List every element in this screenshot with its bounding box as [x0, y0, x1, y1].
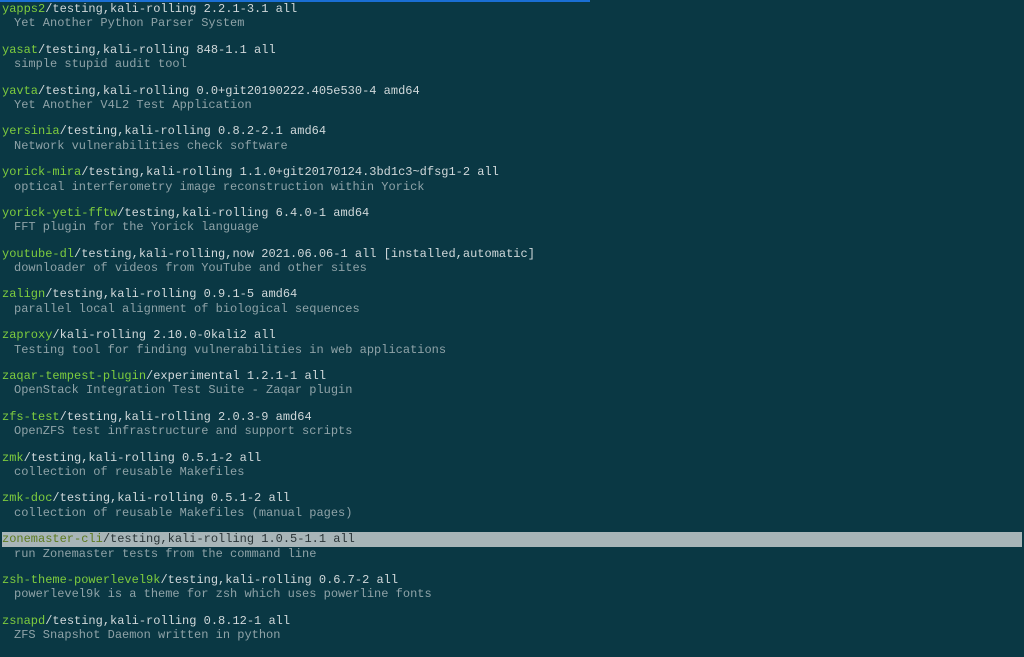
package-entry: yorick-mira/testing,kali-rolling 1.1.0+g… [2, 165, 1022, 194]
package-header: yasat/testing,kali-rolling 848-1.1 all [2, 43, 1022, 57]
package-entry: zaproxy/kali-rolling 2.10.0-0kali2 allTe… [2, 328, 1022, 357]
package-entry: youtube-dl/testing,kali-rolling,now 2021… [2, 247, 1022, 276]
package-name: zmk [2, 451, 24, 465]
package-version: /testing,kali-rolling 2.0.3-9 amd64 [60, 410, 312, 424]
package-entry: zmk/testing,kali-rolling 0.5.1-2 allcoll… [2, 451, 1022, 480]
package-description: Yet Another V4L2 Test Application [2, 98, 1022, 112]
package-version: /testing,kali-rolling 0.5.1-2 all [52, 491, 290, 505]
package-entry: zmk-doc/testing,kali-rolling 0.5.1-2 all… [2, 491, 1022, 520]
package-entry: zalign/testing,kali-rolling 0.9.1-5 amd6… [2, 287, 1022, 316]
package-version: /testing,kali-rolling 0.8.2-2.1 amd64 [60, 124, 326, 138]
package-entry: zfs-test/testing,kali-rolling 2.0.3-9 am… [2, 410, 1022, 439]
package-description: simple stupid audit tool [2, 57, 1022, 71]
package-name: yavta [2, 84, 38, 98]
package-entry: zsh-theme-powerlevel9k/testing,kali-roll… [2, 573, 1022, 602]
package-header: zsh-theme-powerlevel9k/testing,kali-roll… [2, 573, 1022, 587]
package-installed-status: [installed,automatic] [384, 247, 535, 261]
package-name: zalign [2, 287, 45, 301]
package-version: /testing,kali-rolling 0.9.1-5 amd64 [45, 287, 297, 301]
package-version: /testing,kali-rolling 848-1.1 all [38, 43, 276, 57]
package-description: optical interferometry image reconstruct… [2, 180, 1022, 194]
package-description: collection of reusable Makefiles (manual… [2, 506, 1022, 520]
package-name: yersinia [2, 124, 60, 138]
package-header: yorick-yeti-fftw/testing,kali-rolling 6.… [2, 206, 1022, 220]
package-entry: zaqar-tempest-plugin/experimental 1.2.1-… [2, 369, 1022, 398]
package-entry: yapps2/testing,kali-rolling 2.2.1-3.1 al… [2, 2, 1022, 31]
package-description: OpenZFS test infrastructure and support … [2, 424, 1022, 438]
package-version: /testing,kali-rolling 6.4.0-1 amd64 [117, 206, 369, 220]
package-version: /testing,kali-rolling,now 2021.06.06-1 a… [74, 247, 384, 261]
package-description: Yet Another Python Parser System [2, 16, 1022, 30]
package-name: zaproxy [2, 328, 52, 342]
package-header: yavta/testing,kali-rolling 0.0+git201902… [2, 84, 1022, 98]
package-entry: zonemaster-cli/testing,kali-rolling 1.0.… [2, 532, 1022, 561]
package-name: zmk-doc [2, 491, 52, 505]
package-description: run Zonemaster tests from the command li… [2, 547, 1022, 561]
package-name: yorick-mira [2, 165, 81, 179]
package-header: zaproxy/kali-rolling 2.10.0-0kali2 all [2, 328, 1022, 342]
package-description: FFT plugin for the Yorick language [2, 220, 1022, 234]
package-version: /testing,kali-rolling 0.6.7-2 all [160, 573, 398, 587]
terminal-output[interactable]: yapps2/testing,kali-rolling 2.2.1-3.1 al… [0, 0, 1024, 657]
package-entry: yorick-yeti-fftw/testing,kali-rolling 6.… [2, 206, 1022, 235]
package-description: Network vulnerabilities check software [2, 139, 1022, 153]
package-header: zfs-test/testing,kali-rolling 2.0.3-9 am… [2, 410, 1022, 424]
package-header: zonemaster-cli/testing,kali-rolling 1.0.… [2, 532, 1022, 546]
package-name: zfs-test [2, 410, 60, 424]
package-version: /testing,kali-rolling 0.8.12-1 all [45, 614, 290, 628]
package-description: collection of reusable Makefiles [2, 465, 1022, 479]
package-name: yorick-yeti-fftw [2, 206, 117, 220]
package-name: yapps2 [2, 2, 45, 16]
package-header: zmk/testing,kali-rolling 0.5.1-2 all [2, 451, 1022, 465]
package-description: powerlevel9k is a theme for zsh which us… [2, 587, 1022, 601]
package-version: /testing,kali-rolling 0.5.1-2 all [24, 451, 262, 465]
package-entry: zsnapd/testing,kali-rolling 0.8.12-1 all… [2, 614, 1022, 643]
package-description: ZFS Snapshot Daemon written in python [2, 628, 1022, 642]
package-name: zsnapd [2, 614, 45, 628]
package-name: zonemaster-cli [2, 532, 103, 546]
package-header: zalign/testing,kali-rolling 0.9.1-5 amd6… [2, 287, 1022, 301]
package-entry: yavta/testing,kali-rolling 0.0+git201902… [2, 84, 1022, 113]
package-name: zaqar-tempest-plugin [2, 369, 146, 383]
progress-topbar [0, 0, 590, 2]
package-version: /kali-rolling 2.10.0-0kali2 all [52, 328, 275, 342]
package-header: youtube-dl/testing,kali-rolling,now 2021… [2, 247, 1022, 261]
package-header: yorick-mira/testing,kali-rolling 1.1.0+g… [2, 165, 1022, 179]
package-version: /testing,kali-rolling 1.0.5-1.1 all [103, 532, 355, 546]
package-description: downloader of videos from YouTube and ot… [2, 261, 1022, 275]
package-entry: yasat/testing,kali-rolling 848-1.1 allsi… [2, 43, 1022, 72]
package-name: zsh-theme-powerlevel9k [2, 573, 160, 587]
package-description: Testing tool for finding vulnerabilities… [2, 343, 1022, 357]
package-version: /testing,kali-rolling 1.1.0+git20170124.… [81, 165, 499, 179]
package-entry: yersinia/testing,kali-rolling 0.8.2-2.1 … [2, 124, 1022, 153]
package-description: parallel local alignment of biological s… [2, 302, 1022, 316]
package-header: zmk-doc/testing,kali-rolling 0.5.1-2 all [2, 491, 1022, 505]
package-version: /testing,kali-rolling 2.2.1-3.1 all [45, 2, 297, 16]
package-description: OpenStack Integration Test Suite - Zaqar… [2, 383, 1022, 397]
package-header: yapps2/testing,kali-rolling 2.2.1-3.1 al… [2, 2, 1022, 16]
package-header: zsnapd/testing,kali-rolling 0.8.12-1 all [2, 614, 1022, 628]
package-header: zaqar-tempest-plugin/experimental 1.2.1-… [2, 369, 1022, 383]
package-name: yasat [2, 43, 38, 57]
package-version: /testing,kali-rolling 0.0+git20190222.40… [38, 84, 420, 98]
package-name: youtube-dl [2, 247, 74, 261]
package-header: yersinia/testing,kali-rolling 0.8.2-2.1 … [2, 124, 1022, 138]
package-version: /experimental 1.2.1-1 all [146, 369, 326, 383]
